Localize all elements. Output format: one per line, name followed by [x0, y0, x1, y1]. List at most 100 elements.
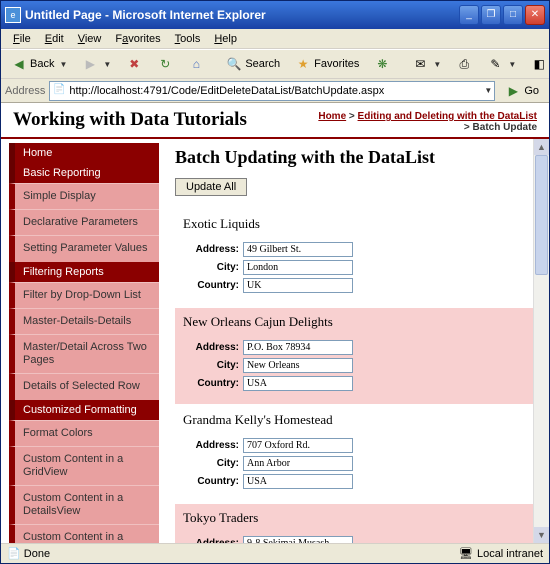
supplier-name: Exotic Liquids: [183, 216, 525, 232]
menubar: File Edit View Favorites Tools Help: [1, 29, 549, 49]
city-label: City:: [183, 360, 243, 371]
scroll-down-icon[interactable]: ▼: [534, 527, 549, 543]
menu-edit[interactable]: Edit: [39, 31, 70, 47]
print-button[interactable]: ⎙: [450, 52, 478, 76]
nav-item[interactable]: Setting Parameter Values: [9, 235, 159, 261]
city-input[interactable]: [243, 260, 353, 275]
search-icon: 🔍: [226, 56, 242, 72]
forward-button[interactable]: ▶ ▼: [76, 52, 117, 76]
menu-file[interactable]: File: [7, 31, 37, 47]
address-label: Address:: [183, 342, 243, 353]
search-button[interactable]: 🔍 Search: [220, 52, 286, 76]
country-input[interactable]: [243, 278, 353, 293]
status-left: 📄 Done: [7, 547, 50, 560]
refresh-icon: ↻: [157, 56, 173, 72]
supplier-name: New Orleans Cajun Delights: [183, 314, 525, 330]
country-label: Country:: [183, 476, 243, 487]
menu-view[interactable]: View: [72, 31, 108, 47]
home-icon: ⌂: [188, 56, 204, 72]
favorites-button[interactable]: ★ Favorites: [289, 52, 365, 76]
edit-icon: ✎: [487, 56, 503, 72]
stop-icon: ✖: [126, 56, 142, 72]
back-button[interactable]: ◀ Back ▼: [5, 52, 73, 76]
page-icon: 📄: [52, 84, 66, 98]
star-icon: ★: [295, 56, 311, 72]
titlebar: e Untitled Page - Microsoft Internet Exp…: [1, 1, 549, 29]
scroll-thumb[interactable]: [535, 155, 548, 275]
minimize-button[interactable]: _: [459, 5, 479, 25]
address-input[interactable]: [243, 438, 353, 453]
refresh-button[interactable]: ↻: [151, 52, 179, 76]
history-icon: ❋: [374, 56, 390, 72]
print-icon: ⎙: [456, 56, 472, 72]
nav-item[interactable]: Custom Content in a DetailsView: [9, 485, 159, 524]
edit-button[interactable]: ✎▼: [481, 52, 522, 76]
page-header: Working with Data Tutorials Home > Editi…: [1, 103, 549, 139]
nav-item[interactable]: Simple Display: [9, 183, 159, 209]
go-button[interactable]: ▶ Go: [499, 81, 545, 101]
supplier-block: New Orleans Cajun Delights Address: City…: [175, 308, 533, 404]
supplier-name: Grandma Kelly's Homestead: [183, 412, 525, 428]
city-label: City:: [183, 262, 243, 273]
window-title: Untitled Page - Microsoft Internet Explo…: [25, 8, 459, 22]
home-button[interactable]: ⌂: [182, 52, 210, 76]
country-input[interactable]: [243, 474, 353, 489]
maximize-button[interactable]: □: [503, 5, 523, 25]
browser-window: e Untitled Page - Microsoft Internet Exp…: [0, 0, 550, 564]
address-input[interactable]: [243, 242, 353, 257]
address-label: Address: [5, 85, 45, 97]
supplier-block: Tokyo Traders Address:: [175, 504, 533, 543]
chevron-down-icon: ▼: [103, 60, 111, 69]
nav-item[interactable]: Custom Content in a GridView: [9, 446, 159, 485]
discuss-button[interactable]: ◧: [525, 52, 550, 76]
menu-help[interactable]: Help: [208, 31, 243, 47]
update-all-button[interactable]: Update All: [175, 178, 247, 196]
address-input[interactable]: [243, 536, 353, 543]
menu-favorites[interactable]: Favorites: [109, 31, 166, 47]
nav-header-customized[interactable]: Customized Formatting: [9, 400, 159, 420]
address-label: Address:: [183, 440, 243, 451]
nav-header-home[interactable]: Home: [9, 143, 159, 163]
supplier-block: Grandma Kelly's Homestead Address: City:…: [175, 406, 533, 502]
mail-button[interactable]: ✉▼: [406, 52, 447, 76]
nav-item[interactable]: Custom Content in a: [9, 524, 159, 543]
country-input[interactable]: [243, 376, 353, 391]
breadcrumb-home[interactable]: Home: [318, 111, 346, 122]
go-icon: ▶: [505, 83, 521, 99]
country-label: Country:: [183, 280, 243, 291]
menu-tools[interactable]: Tools: [169, 31, 207, 47]
stop-button[interactable]: ✖: [120, 52, 148, 76]
city-input[interactable]: [243, 358, 353, 373]
nav-item[interactable]: Master-Details-Details: [9, 308, 159, 334]
address-input[interactable]: [243, 340, 353, 355]
restore-button[interactable]: ❐: [481, 5, 501, 25]
nav-item[interactable]: Master/Detail Across Two Pages: [9, 334, 159, 373]
breadcrumb-section[interactable]: Editing and Deleting with the DataList: [358, 111, 537, 122]
close-button[interactable]: ✕: [525, 5, 545, 25]
done-icon: 📄: [7, 548, 21, 560]
scroll-up-icon[interactable]: ▲: [534, 139, 549, 155]
discuss-icon: ◧: [531, 56, 547, 72]
mail-icon: ✉: [412, 56, 428, 72]
back-icon: ◀: [11, 56, 27, 72]
nav-item[interactable]: Format Colors: [9, 420, 159, 446]
zone-icon: 🖥: [459, 547, 473, 560]
page-title: Batch Updating with the DataList: [175, 147, 533, 168]
scrollbar[interactable]: ▲ ▼: [533, 139, 549, 543]
nav-item[interactable]: Filter by Drop-Down List: [9, 282, 159, 308]
toolbar: ◀ Back ▼ ▶ ▼ ✖ ↻ ⌂ 🔍 Search ★ Favorites …: [1, 49, 549, 79]
address-bar: Address 📄 ▼ ▶ Go: [1, 79, 549, 103]
nav-header-filtering[interactable]: Filtering Reports: [9, 262, 159, 282]
content-area: Working with Data Tutorials Home > Editi…: [1, 103, 549, 543]
chevron-down-icon[interactable]: ▼: [484, 86, 492, 95]
city-label: City:: [183, 458, 243, 469]
nav-header-basic-reporting[interactable]: Basic Reporting: [9, 163, 159, 183]
city-input[interactable]: [243, 456, 353, 471]
address-label: Address:: [183, 244, 243, 255]
country-label: Country:: [183, 378, 243, 389]
nav-item[interactable]: Declarative Parameters: [9, 209, 159, 235]
address-input[interactable]: [66, 85, 482, 97]
nav-item[interactable]: Details of Selected Row: [9, 373, 159, 399]
ie-icon: e: [5, 7, 21, 23]
history-button[interactable]: ❋: [368, 52, 396, 76]
